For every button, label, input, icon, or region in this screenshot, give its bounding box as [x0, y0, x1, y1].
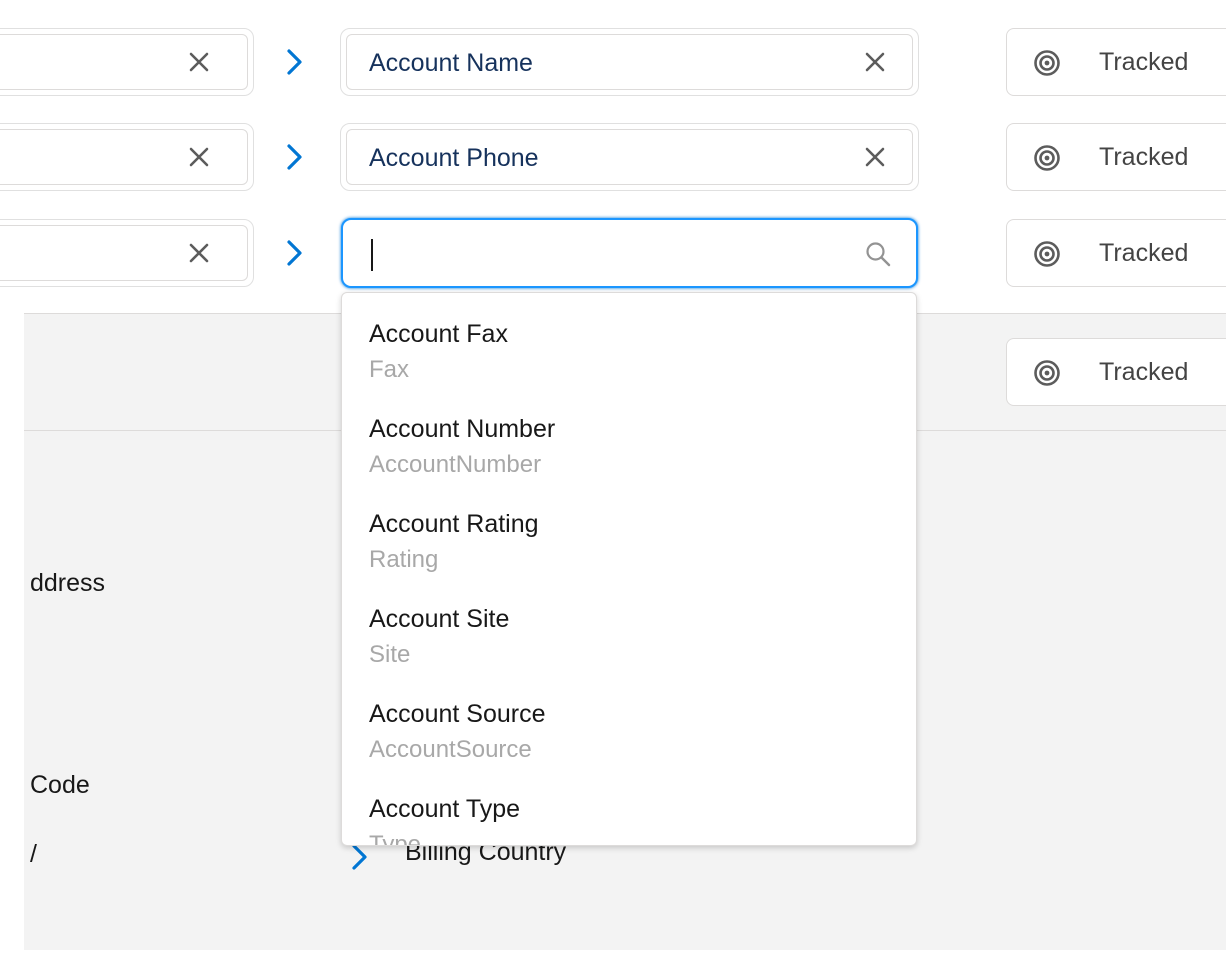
clear-icon[interactable] — [859, 46, 891, 78]
mapping-arrow-icon — [283, 238, 307, 268]
target-field-search-input[interactable] — [369, 230, 843, 278]
clear-icon[interactable] — [183, 141, 215, 173]
tracked-status-button[interactable]: Tracked — [1006, 338, 1226, 406]
target-field-input[interactable]: Account Phone — [340, 123, 919, 191]
dropdown-option[interactable]: Account Site Site — [369, 604, 889, 694]
target-icon — [1034, 360, 1060, 386]
search-icon — [866, 242, 891, 267]
target-icon — [1034, 145, 1060, 171]
mapping-arrow-icon — [348, 842, 372, 872]
dropdown-option[interactable]: Account Type Type — [369, 794, 889, 846]
source-field-label: Code — [30, 771, 90, 799]
option-api-name: AccountSource — [369, 736, 532, 763]
dropdown-option[interactable]: Account Fax Fax — [369, 319, 889, 409]
option-api-name: Rating — [369, 546, 439, 573]
tracked-status-button[interactable]: Tracked — [1006, 28, 1226, 96]
field-options-dropdown: Account Fax Fax Account Number AccountNu… — [341, 292, 917, 846]
tracked-label: Tracked — [1099, 239, 1189, 267]
source-field-input[interactable] — [0, 28, 254, 96]
tracked-status-button[interactable]: Tracked — [1006, 219, 1226, 287]
tracked-label: Tracked — [1099, 358, 1189, 386]
target-icon — [1034, 241, 1060, 267]
option-api-name: Fax — [369, 356, 410, 383]
option-label: Account Rating — [369, 510, 539, 538]
target-field-value: Account Phone — [369, 144, 539, 172]
source-field-label: ddress — [30, 569, 106, 597]
dropdown-option[interactable]: Account Number AccountNumber — [369, 414, 889, 504]
option-api-name: Site — [369, 641, 411, 668]
dropdown-option[interactable]: Account Source AccountSource — [369, 699, 889, 789]
text-cursor — [371, 239, 373, 271]
clear-icon[interactable] — [183, 237, 215, 269]
option-api-name: Type — [369, 831, 422, 846]
clear-icon[interactable] — [859, 141, 891, 173]
tracked-label: Tracked — [1099, 48, 1189, 76]
option-label: Account Site — [369, 605, 510, 633]
target-field-value: Account Name — [369, 49, 533, 77]
dropdown-option[interactable]: Account Rating Rating — [369, 509, 889, 599]
option-label: Account Number — [369, 415, 556, 443]
tracked-status-button[interactable]: Tracked — [1006, 123, 1226, 191]
option-label: Account Type — [369, 795, 521, 823]
mapping-arrow-icon — [283, 47, 307, 77]
clear-icon[interactable] — [183, 46, 215, 78]
option-label: Account Source — [369, 700, 546, 728]
mapping-arrow-icon — [283, 142, 307, 172]
target-icon — [1034, 50, 1060, 76]
source-field-input[interactable] — [0, 219, 254, 287]
field-mapping-view: ddress Code / Billing Country Account Na… — [0, 0, 1226, 966]
option-label: Account Fax — [369, 320, 508, 348]
source-field-label: / — [30, 840, 37, 868]
option-api-name: AccountNumber — [369, 451, 542, 478]
target-field-input[interactable]: Account Name — [340, 28, 919, 96]
target-field-search[interactable] — [341, 218, 918, 288]
tracked-label: Tracked — [1099, 143, 1189, 171]
source-field-input[interactable] — [0, 123, 254, 191]
